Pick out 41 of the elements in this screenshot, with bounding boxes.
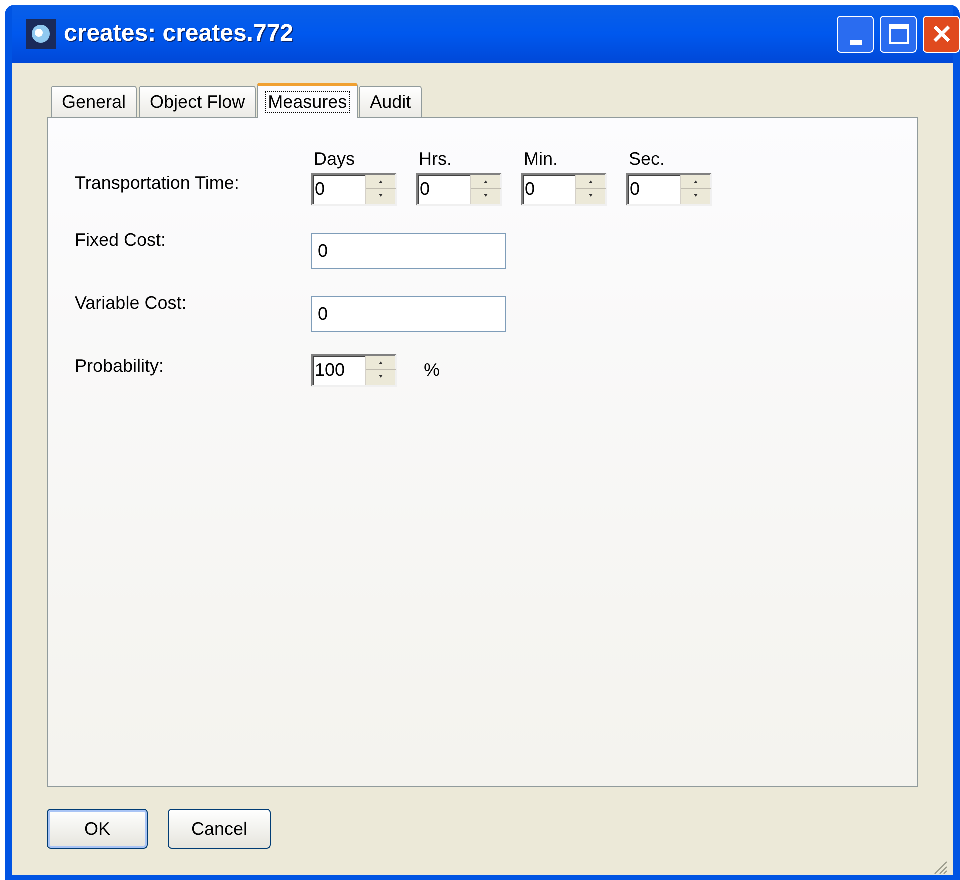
spin-value: 0 (629, 178, 642, 201)
text-field[interactable]: 0 (311, 233, 506, 269)
dialog-button[interactable]: Cancel (168, 809, 271, 849)
minimize-button[interactable] (837, 16, 874, 52)
app-icon (26, 19, 56, 49)
field-label: Fixed Cost: (75, 229, 168, 252)
spin-arrows[interactable] (680, 175, 710, 204)
spin-box[interactable]: 100 (311, 354, 397, 387)
tab[interactable]: Measures (257, 83, 358, 118)
unit-label: % (424, 359, 440, 382)
column-header: Hrs. (418, 148, 453, 170)
column-header: Days (313, 148, 356, 170)
maximize-button[interactable] (880, 16, 917, 52)
spin-value: 0 (524, 178, 536, 201)
close-button[interactable] (923, 16, 960, 52)
column-header: Sec. (628, 148, 666, 170)
text-field[interactable]: 0 (311, 296, 506, 332)
spin-value: 0 (314, 178, 326, 201)
spin-box[interactable]: 0 (521, 173, 607, 206)
spin-arrows[interactable] (365, 356, 395, 385)
maximize-icon (888, 24, 908, 44)
dialog-button[interactable]: OK (47, 809, 148, 849)
close-icon (932, 24, 952, 44)
column-header: Min. (523, 148, 560, 170)
spin-value: 0 (419, 178, 432, 201)
spin-value: 100 (314, 359, 346, 382)
window-title: creates: creates.772 (64, 19, 295, 49)
tab[interactable]: Audit (359, 86, 422, 117)
resize-grip-icon (932, 859, 948, 875)
spin-box[interactable]: 0 (626, 173, 712, 206)
spin-box[interactable]: 0 (311, 173, 397, 206)
spin-box[interactable]: 0 (416, 173, 502, 206)
field-label: Variable Cost: (75, 292, 188, 315)
field-label: Transportation Time: (75, 172, 240, 195)
minimize-icon (850, 40, 862, 44)
spin-arrows[interactable] (470, 175, 500, 204)
field-label: Probability: (75, 355, 166, 378)
tab[interactable]: General (51, 86, 138, 117)
tab[interactable]: Object Flow (139, 86, 256, 117)
spin-arrows[interactable] (575, 175, 605, 204)
spin-arrows[interactable] (365, 175, 395, 204)
